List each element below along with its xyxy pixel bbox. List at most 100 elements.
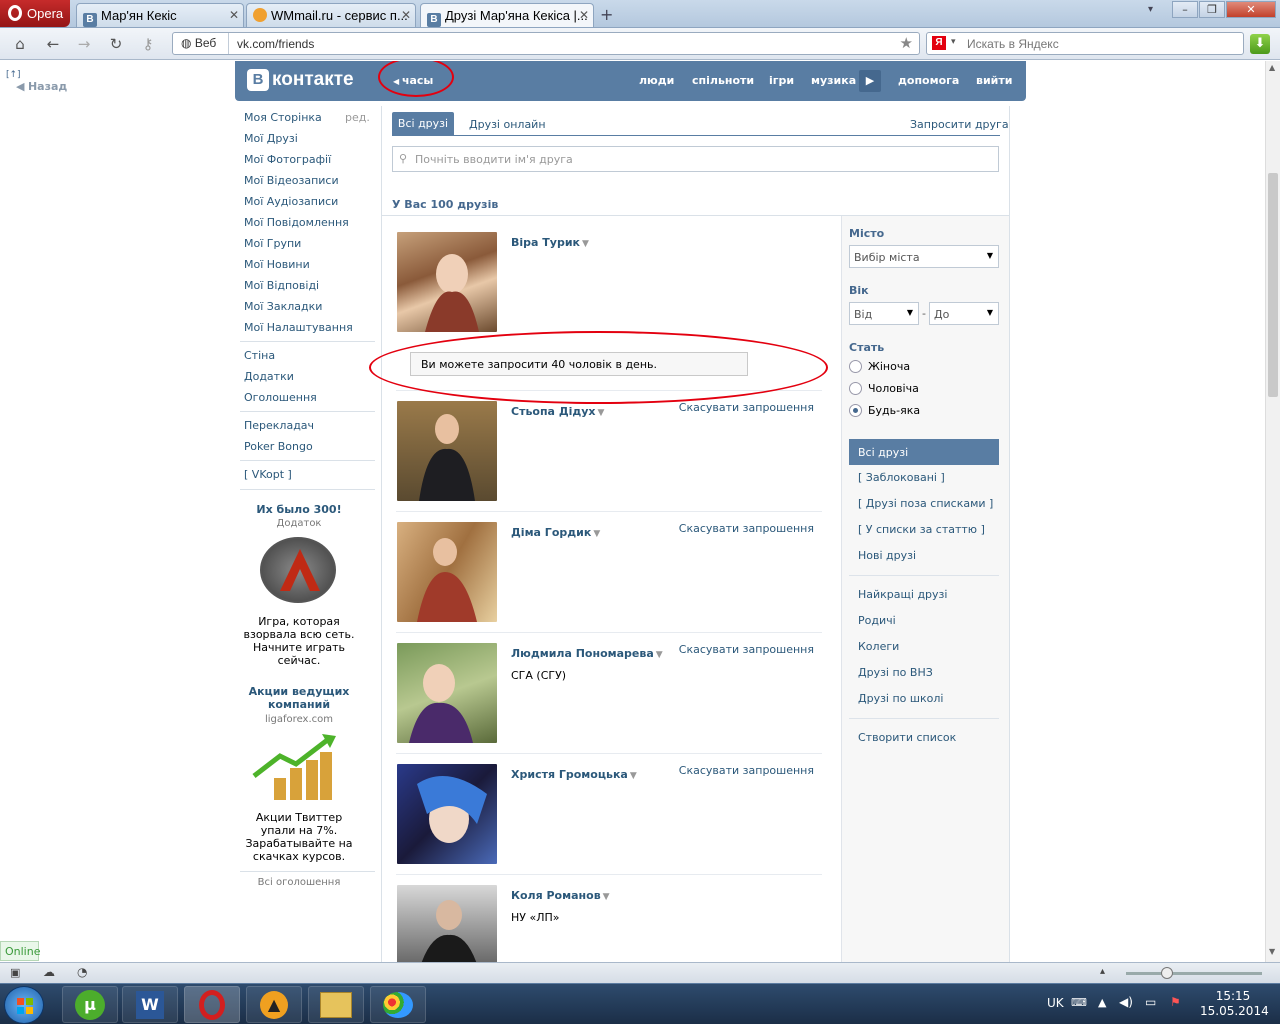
restore-button[interactable]: ❐: [1199, 1, 1225, 18]
list-all-friends[interactable]: Всі друзі: [849, 439, 999, 465]
close-tab-icon[interactable]: ✕: [229, 8, 239, 22]
menu-my-answers[interactable]: Мої Відповіді: [244, 279, 319, 292]
menu-my-page[interactable]: Моя Сторінка: [244, 111, 322, 124]
friend-name[interactable]: Христя Громоцька ▼: [511, 768, 637, 781]
list-relatives[interactable]: Родичі: [858, 614, 896, 627]
web-badge[interactable]: ◍ Веб: [173, 33, 229, 54]
language-indicator[interactable]: UK: [1047, 996, 1064, 1010]
nav-logout[interactable]: вийти: [976, 74, 1012, 87]
nav-communities[interactable]: спільноти: [692, 74, 754, 87]
ad-title[interactable]: Их было 300!: [240, 503, 358, 516]
yandex-search-input[interactable]: Я ▾ Искать в Яндекс: [926, 32, 1244, 55]
opera-taskbar-icon[interactable]: [184, 986, 240, 1023]
flag-alert-icon[interactable]: ⚑: [1170, 995, 1181, 1009]
network-icon[interactable]: ▭: [1145, 995, 1156, 1009]
windows-start-icon[interactable]: [4, 986, 44, 1024]
utorrent-taskbar-icon[interactable]: µ: [62, 986, 118, 1023]
zoom-slider-handle[interactable]: [1161, 967, 1173, 979]
chevron-down-icon[interactable]: ▾: [951, 36, 956, 47]
ad-title[interactable]: Акции ведущих компаний: [240, 685, 358, 711]
scroll-up-icon[interactable]: ▲: [1269, 63, 1275, 72]
scroll-down-icon[interactable]: ▼: [1269, 947, 1275, 956]
friend-avatar[interactable]: [397, 522, 497, 622]
friend-name[interactable]: Стьопа Дідух ▼: [511, 405, 604, 418]
dropdown-triangle-icon[interactable]: ▼: [656, 650, 663, 660]
back-arrow-icon[interactable]: ←: [42, 34, 64, 54]
play-icon[interactable]: ▶: [859, 70, 881, 92]
radio-male[interactable]: [849, 382, 862, 395]
friend-name[interactable]: Коля Романов ▼: [511, 889, 610, 902]
download-icon[interactable]: ⬇: [1250, 34, 1270, 54]
age-to-select[interactable]: До ▼: [929, 302, 999, 325]
list-university[interactable]: Друзі по ВНЗ: [858, 666, 933, 679]
bookmark-star-icon[interactable]: ★: [900, 34, 913, 52]
friend-search-input[interactable]: ⚲ Почніть вводити ім'я друга: [392, 146, 999, 172]
dropdown-triangle-icon[interactable]: ▼: [593, 529, 600, 539]
ad-text[interactable]: Игра, которая взорвала всю сеть. Начните…: [240, 615, 358, 667]
system-clock[interactable]: 15:15 15.05.2014: [1200, 989, 1269, 1019]
menu-wall[interactable]: Стіна: [244, 349, 275, 362]
dropdown-triangle-icon[interactable]: ▼: [603, 892, 610, 902]
speed-dial-icon[interactable]: ◔: [77, 965, 87, 979]
menu-my-videos[interactable]: Мої Відеозаписи: [244, 174, 339, 187]
aimp-taskbar-icon[interactable]: ▲: [246, 986, 302, 1023]
ad-text[interactable]: Акции Твиттер упали на 7%. Зарабатывайте…: [240, 811, 358, 863]
spartan-helmet-ad-image[interactable]: [260, 537, 336, 603]
cancel-request-link[interactable]: Скасувати запрошення: [679, 764, 814, 777]
nav-help[interactable]: допомога: [898, 74, 959, 87]
tab-menu-icon[interactable]: ▾: [1148, 4, 1153, 15]
menu-poker-bongo[interactable]: Poker Bongo: [244, 440, 313, 453]
cancel-request-link[interactable]: Скасувати запрошення: [679, 522, 814, 535]
list-school[interactable]: Друзі по школі: [858, 692, 943, 705]
tray-up-arrow-icon[interactable]: ▲: [1098, 996, 1106, 1009]
radio-female-label[interactable]: Жіноча: [868, 360, 910, 373]
radio-male-label[interactable]: Чоловіча: [868, 382, 919, 395]
keyboard-icon[interactable]: ⌨: [1071, 996, 1087, 1009]
friend-name[interactable]: Віра Турик ▼: [511, 236, 589, 249]
close-tab-icon[interactable]: ✕: [401, 8, 411, 22]
radio-any-label[interactable]: Будь-яка: [868, 404, 920, 417]
word-taskbar-icon[interactable]: W: [122, 986, 178, 1023]
friend-avatar[interactable]: [397, 401, 497, 501]
tab-2[interactable]: WMmail.ru - сервис п... ✕: [246, 3, 416, 27]
cancel-request-link[interactable]: Скасувати запрошення: [679, 643, 814, 656]
url-text[interactable]: vk.com/friends: [237, 37, 314, 51]
age-from-select[interactable]: Від ▼: [849, 302, 919, 325]
invite-friend-link[interactable]: Запросити друга: [910, 118, 1009, 131]
nav-people[interactable]: люди: [639, 74, 674, 87]
all-ads-link[interactable]: Всі оголошення: [240, 877, 358, 888]
cancel-request-link[interactable]: Скасувати запрошення: [679, 401, 814, 414]
dropdown-triangle-icon[interactable]: ▼: [582, 239, 589, 249]
menu-my-news[interactable]: Мої Новини: [244, 258, 310, 271]
close-tab-icon[interactable]: ✕: [579, 8, 589, 22]
create-list-link[interactable]: Створити список: [858, 731, 956, 744]
key-icon[interactable]: ⚷: [137, 34, 159, 54]
cloud-icon[interactable]: ☁: [43, 965, 55, 979]
menu-apps[interactable]: Додатки: [244, 370, 294, 383]
friend-name[interactable]: Людмила Пономарева ▼: [511, 647, 663, 660]
coins-chart-ad-image[interactable]: [252, 734, 338, 802]
paint-taskbar-icon[interactable]: [370, 986, 426, 1023]
list-new-friends[interactable]: Нові друзі: [858, 549, 916, 562]
page-scrollbar[interactable]: ▲ ▼: [1265, 61, 1280, 962]
tab-3-active[interactable]: В Друзі Мар'яна Кекіса |... ✕: [420, 3, 594, 27]
friend-avatar[interactable]: [397, 643, 497, 743]
tab-all-friends[interactable]: Всі друзі: [392, 112, 454, 136]
dropdown-triangle-icon[interactable]: ▼: [598, 408, 605, 418]
home-icon[interactable]: ⌂: [9, 34, 31, 54]
scrollbar-thumb[interactable]: [1268, 173, 1278, 397]
panel-toggle-icon[interactable]: ▣: [10, 966, 20, 979]
menu-my-groups[interactable]: Мої Групи: [244, 237, 301, 250]
edit-link[interactable]: ред.: [345, 111, 370, 124]
menu-vkopt[interactable]: [ VKopt ]: [244, 468, 292, 481]
close-window-button[interactable]: ✕: [1226, 1, 1276, 18]
vk-logo[interactable]: Вконтакте: [247, 69, 354, 91]
zoom-slider-track[interactable]: [1126, 972, 1262, 975]
tab-friends-online[interactable]: Друзі онлайн: [469, 118, 546, 131]
radio-female[interactable]: [849, 360, 862, 373]
back-link[interactable]: [↑] ◀ Назад: [6, 67, 67, 93]
list-blocked[interactable]: [ Заблоковані ]: [858, 471, 945, 484]
friend-avatar[interactable]: [397, 764, 497, 864]
explorer-taskbar-icon[interactable]: [308, 986, 364, 1023]
new-tab-button[interactable]: +: [600, 5, 613, 24]
